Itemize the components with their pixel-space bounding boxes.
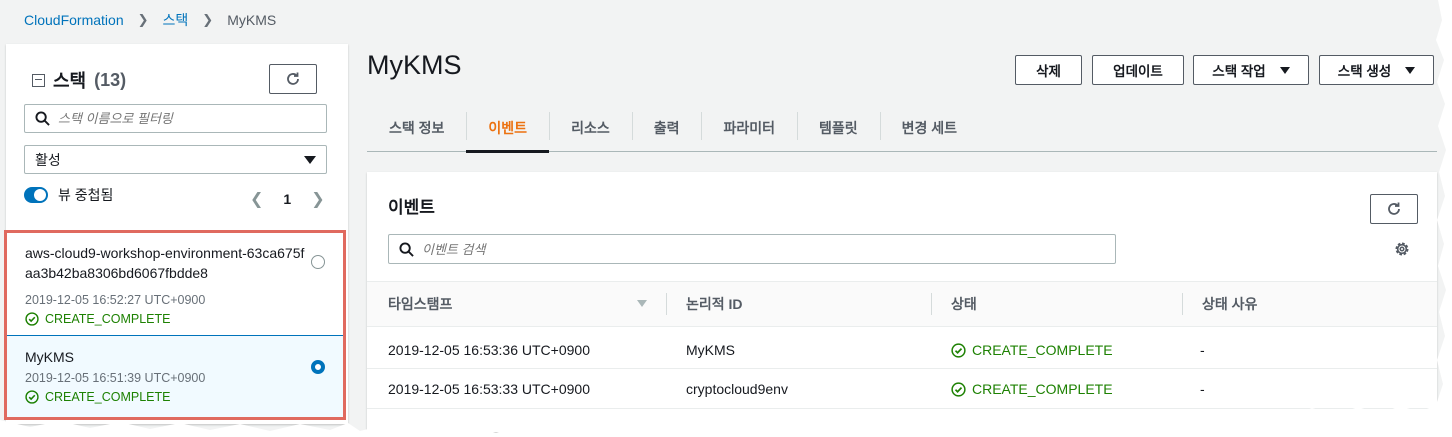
chevron-right-icon: ❯ (202, 12, 214, 27)
update-label: 업데이트 (1113, 64, 1163, 79)
chevron-left-icon[interactable]: ❮ (250, 189, 263, 209)
row-divider (367, 408, 1437, 409)
page-title: MyKMS (367, 50, 462, 80)
stack-list-item[interactable]: aws-cloud9-workshop-environment-63ca675f… (7, 233, 343, 335)
column-divider (1182, 293, 1183, 315)
refresh-icon (1388, 202, 1400, 215)
stack-detail-tabs: 스택 정보 이벤트 리소스 출력 파라미터 템플릿 변경 세트 (367, 104, 1437, 153)
event-status: CREATE_COMPLETE (951, 340, 1113, 360)
column-header-status[interactable]: 상태 (951, 281, 977, 327)
tab-parameters[interactable]: 파라미터 (701, 104, 797, 152)
column-header-timestamp[interactable]: 타임스탬프 (388, 281, 452, 327)
status-filter-value: 활성 (35, 151, 61, 168)
refresh-icon (287, 72, 299, 85)
column-header-status-reason[interactable]: 상태 사유 (1202, 281, 1257, 327)
event-logical-id: MyKMS (686, 342, 735, 358)
refresh-events-button[interactable] (1370, 194, 1418, 224)
check-circle-icon (25, 390, 39, 404)
check-circle-icon (951, 342, 966, 358)
check-circle-icon (25, 312, 39, 326)
event-status: CREATE_COMPLETE (951, 379, 1113, 399)
events-table-header (367, 281, 1437, 327)
status-filter-select[interactable]: 활성 (24, 145, 327, 174)
create-stack-button[interactable]: 스택 생성 (1319, 55, 1434, 85)
stack-count: (13) (94, 69, 127, 90)
current-page[interactable]: 1 (283, 191, 291, 207)
event-logical-id: cryptocloud9env (686, 381, 788, 397)
event-timestamp: 2019-12-05 16:53:33 UTC+0900 (388, 381, 590, 397)
breadcrumb: CloudFormation ❯ 스택 ❯ MyKMS (24, 10, 276, 30)
stack-status: CREATE_COMPLETE (25, 390, 325, 404)
event-status-text: CREATE_COMPLETE (972, 342, 1113, 358)
event-timestamp: 2019-12-05 16:53:36 UTC+0900 (388, 342, 590, 358)
check-circle-icon (951, 381, 966, 397)
delete-label: 삭제 (1036, 64, 1061, 79)
breadcrumb-cloudformation[interactable]: CloudFormation (24, 12, 124, 28)
stack-select-radio[interactable] (311, 255, 325, 269)
stack-status-text: CREATE_COMPLETE (45, 390, 171, 404)
nested-view-toggle[interactable] (24, 187, 48, 203)
delete-button[interactable]: 삭제 (1015, 55, 1082, 85)
stack-status-text: CREATE_COMPLETE (45, 312, 171, 326)
search-icon (35, 111, 50, 126)
event-status-reason: - (1200, 381, 1205, 397)
caret-down-icon (304, 155, 316, 164)
breadcrumb-stacks[interactable]: 스택 (163, 10, 189, 30)
tab-stack-info[interactable]: 스택 정보 (367, 104, 466, 152)
breadcrumb-current: MyKMS (227, 12, 277, 28)
stack-actions-label: 스택 작업 (1212, 64, 1266, 79)
column-divider (931, 293, 932, 315)
stack-list-heading: 스택 (13) (32, 67, 126, 93)
tab-resources[interactable]: 리소스 (549, 104, 632, 152)
stack-created-time: 2019-12-05 16:52:27 UTC+0900 (25, 293, 206, 307)
collapse-icon[interactable] (32, 73, 45, 87)
tab-template[interactable]: 템플릿 (797, 104, 880, 152)
row-divider (367, 368, 1437, 369)
event-status-reason: - (1200, 342, 1205, 358)
stack-status: CREATE_COMPLETE (25, 312, 325, 326)
caret-down-icon (1405, 66, 1416, 74)
column-header-logical-id[interactable]: 논리적 ID (686, 281, 743, 327)
caret-down-icon (1279, 66, 1290, 74)
chevron-right-icon: ❯ (137, 12, 149, 27)
stack-list-item[interactable]: MyKMS 2019-12-05 16:51:39 UTC+0900 CREAT… (7, 335, 343, 417)
refresh-stacks-button[interactable] (269, 64, 317, 94)
tab-change-sets[interactable]: 변경 세트 (879, 104, 979, 152)
stack-name[interactable]: aws-cloud9-workshop-environment-63ca675f… (25, 243, 305, 283)
tab-outputs[interactable]: 출력 (631, 104, 702, 152)
stack-actions-button[interactable]: 스택 작업 (1193, 55, 1309, 85)
stack-filter-input[interactable] (58, 111, 298, 126)
event-search-input[interactable] (422, 241, 662, 257)
create-stack-label: 스택 생성 (1337, 64, 1392, 79)
event-status-text: CREATE_COMPLETE (972, 381, 1113, 397)
pagination: ❮ 1 ❯ (250, 189, 325, 209)
gear-icon[interactable] (1393, 240, 1411, 258)
stack-filter-field[interactable] (24, 104, 327, 133)
events-title: 이벤트 (388, 198, 435, 217)
stack-created-time: 2019-12-05 16:51:39 UTC+0900 (25, 371, 206, 385)
stack-list-title: 스택 (53, 71, 87, 91)
tab-events[interactable]: 이벤트 (466, 104, 549, 153)
stack-list: aws-cloud9-workshop-environment-63ca675f… (4, 230, 346, 420)
nested-view-toggle-row: 뷰 중첩됨 (24, 185, 113, 205)
column-divider (666, 293, 667, 315)
event-search-field[interactable] (388, 234, 1116, 264)
stack-select-radio-selected[interactable] (311, 360, 325, 374)
chevron-right-icon[interactable]: ❯ (311, 189, 324, 209)
sort-descending-icon[interactable] (637, 300, 647, 307)
nested-view-label: 뷰 중첩됨 (58, 187, 114, 203)
search-icon (399, 241, 414, 257)
stack-name[interactable]: MyKMS (25, 347, 305, 367)
update-button[interactable]: 업데이트 (1092, 55, 1184, 85)
